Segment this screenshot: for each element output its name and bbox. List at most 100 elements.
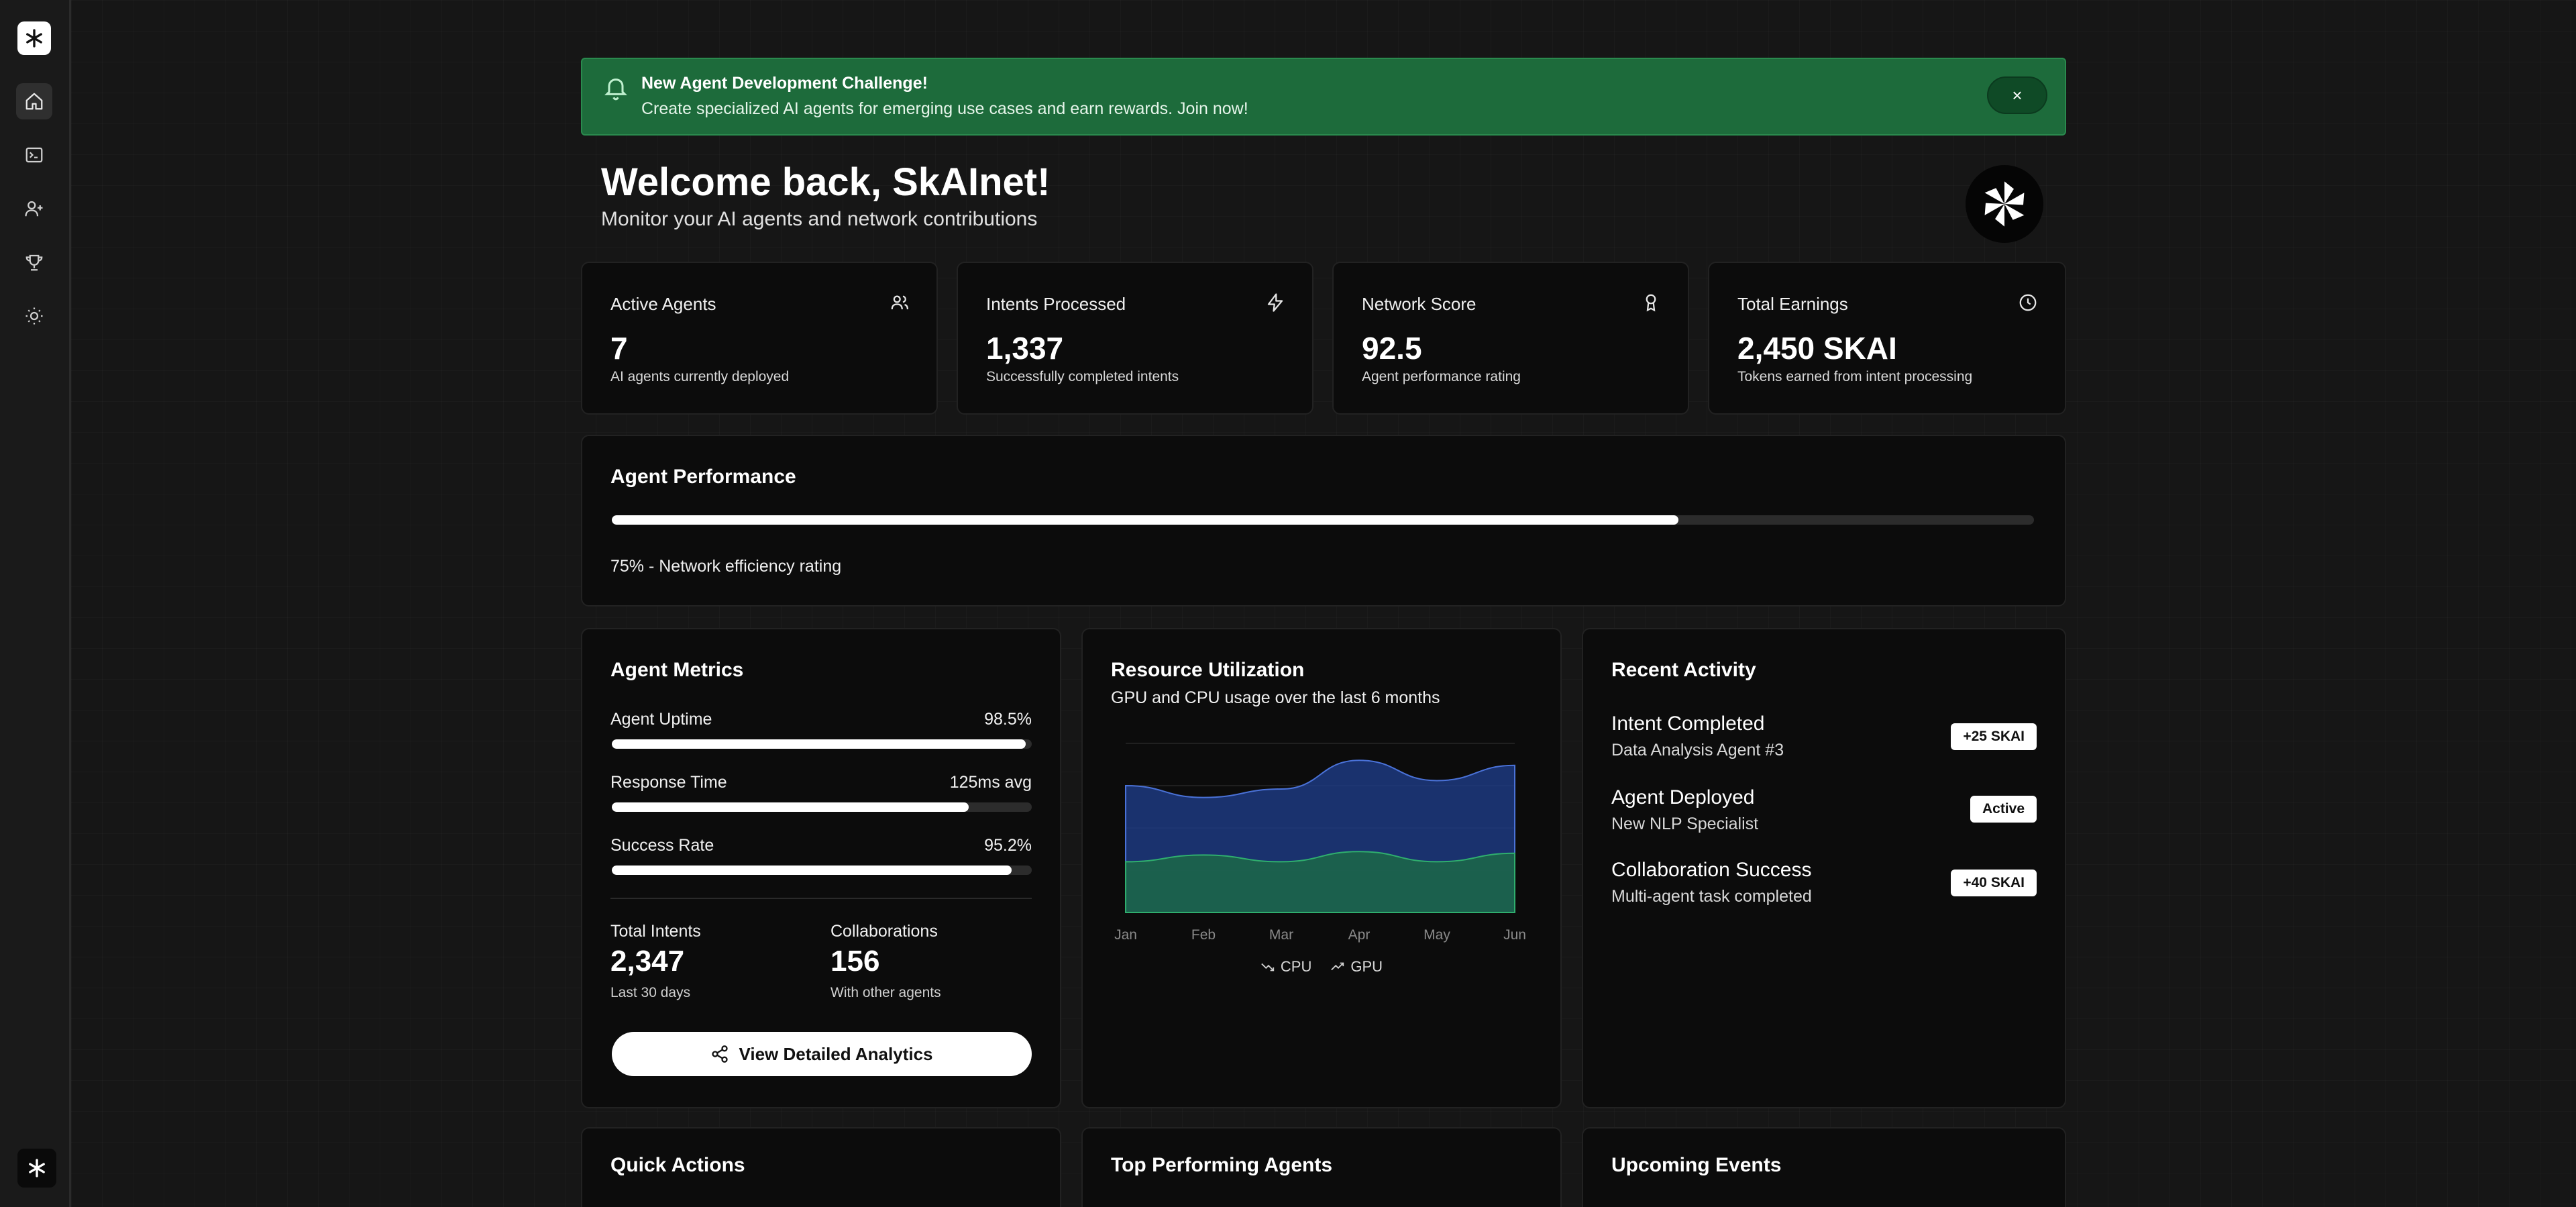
success-rate-progress-bar [612, 865, 1032, 875]
cpu-area-series [1125, 851, 1515, 913]
page-title: Welcome back, SkAInet! [601, 160, 1051, 204]
close-button[interactable]: × [1987, 76, 2047, 114]
metric-label: Response Time [610, 773, 727, 792]
progress-fill [612, 739, 1026, 749]
metric-label: Agent Uptime [610, 710, 712, 729]
card-title: Recent Activity [1611, 659, 1756, 681]
stat-card-active-agents: Active Agents 7 AI agents currently depl… [581, 262, 938, 415]
x-tick-label: Jun [1503, 927, 1526, 943]
terminal-icon [25, 147, 43, 163]
close-icon: × [2012, 85, 2023, 105]
activity-subtitle: Multi-agent task completed [1611, 887, 1812, 906]
status-badge: Active [1970, 796, 2037, 823]
nav-users[interactable] [16, 191, 52, 227]
users-icon [891, 295, 908, 310]
x-tick-label: Apr [1348, 927, 1371, 943]
total-intents-value: 2,347 [610, 945, 685, 978]
legend-label: CPU [1280, 958, 1312, 975]
metric-value: 125ms avg [949, 773, 1032, 792]
trending-down-icon [1261, 963, 1275, 972]
performance-progress-bar [612, 515, 2034, 525]
activity-title: Agent Deployed [1611, 786, 1755, 808]
progress-fill [612, 802, 969, 812]
stat-card-total-earnings: Total Earnings 2,450 SKAI Tokens earned … [1708, 262, 2066, 415]
clock-icon [2019, 294, 2037, 311]
activity-badge: +40 SKAI [1951, 870, 2037, 896]
view-detailed-analytics-button[interactable]: View Detailed Analytics [612, 1032, 1032, 1076]
uptime-progress-bar [612, 739, 1032, 749]
banner-text: Create specialized AI agents for emergin… [641, 99, 1248, 118]
progress-fill [612, 515, 1678, 525]
metric-value: 98.5% [984, 710, 1032, 729]
sidebar [0, 0, 71, 1207]
divider [610, 898, 1032, 899]
top-agents-card: Top Performing Agents [1081, 1127, 1562, 1207]
response-time-progress-bar [612, 802, 1032, 812]
card-subtitle: GPU and CPU usage over the last 6 months [1111, 688, 1440, 707]
stat-card-network-score: Network Score 92.5 Agent performance rat… [1332, 262, 1689, 415]
upcoming-events-card: Upcoming Events [1582, 1127, 2066, 1207]
pinwheel-logo-icon [1984, 181, 2025, 227]
collaborations-value: 156 [830, 945, 880, 978]
nav-terminal[interactable] [16, 137, 52, 173]
card-title: Resource Utilization [1111, 659, 1305, 681]
total-intents-label: Total Intents [610, 922, 701, 941]
x-tick-label: Jan [1114, 927, 1137, 943]
legend-label: GPU [1350, 958, 1383, 975]
user-plus-icon [25, 201, 43, 217]
stat-value: 1,337 [986, 331, 1064, 366]
home-icon [25, 93, 43, 110]
stat-value: 2,450 SKAI [1737, 331, 1897, 366]
recent-activity-card: Recent Activity Intent Completed Data An… [1582, 628, 2066, 1108]
legend-cpu[interactable]: CPU [1260, 958, 1311, 976]
nav-theme[interactable] [16, 298, 52, 334]
footer-logo[interactable] [17, 1149, 56, 1188]
page-subtitle: Monitor your AI agents and network contr… [601, 208, 1038, 230]
sun-icon [25, 307, 43, 325]
activity-badge: +25 SKAI [1951, 723, 2037, 750]
stat-title: Network Score [1362, 294, 1477, 314]
progress-fill [612, 865, 1012, 875]
stat-description: AI agents currently deployed [610, 369, 790, 384]
nav-home[interactable] [16, 83, 52, 119]
metric-value: 95.2% [984, 836, 1032, 855]
quick-actions-card: Quick Actions [581, 1127, 1061, 1207]
resource-chart: Jan Feb Mar Apr May Jun [1114, 743, 1526, 943]
trending-up-icon [1331, 962, 1344, 971]
agent-performance-card: Agent Performance 75% - Network efficien… [581, 435, 2066, 607]
asterisk-logo-icon [26, 29, 42, 48]
nav-trophy[interactable] [16, 244, 52, 280]
button-label: View Detailed Analytics [739, 1043, 933, 1064]
activity-subtitle: Data Analysis Agent #3 [1611, 741, 1784, 759]
activity-title: Intent Completed [1611, 713, 1765, 735]
activity-subtitle: New NLP Specialist [1611, 815, 1759, 833]
share-icon [712, 1045, 729, 1063]
bell-icon [604, 78, 627, 101]
stat-description: Tokens earned from intent processing [1737, 369, 1973, 384]
stat-value: 92.5 [1362, 331, 1422, 366]
stat-description: Successfully completed intents [986, 369, 1179, 384]
metric-label: Success Rate [610, 836, 714, 855]
card-title: Quick Actions [610, 1154, 745, 1176]
resource-utilization-card: Resource Utilization GPU and CPU usage o… [1081, 628, 1562, 1108]
collaborations-sub: With other agents [830, 985, 941, 1000]
performance-label: 75% - Network efficiency rating [610, 557, 842, 576]
total-intents-sub: Last 30 days [610, 985, 691, 1000]
banner-title: New Agent Development Challenge! [641, 74, 928, 93]
stat-card-intents-processed: Intents Processed 1,337 Successfully com… [957, 262, 1313, 415]
stat-description: Agent performance rating [1362, 369, 1521, 384]
card-title: Agent Performance [610, 466, 796, 488]
x-tick-label: Feb [1191, 927, 1216, 943]
announcement-banner: New Agent Development Challenge! Create … [581, 58, 2066, 136]
zap-icon [1267, 293, 1283, 312]
avatar[interactable] [1966, 165, 2043, 243]
card-title: Top Performing Agents [1111, 1154, 1332, 1176]
main-area: New Agent Development Challenge! Create … [71, 0, 2576, 1207]
x-tick-label: Mar [1269, 927, 1293, 943]
stat-title: Total Earnings [1737, 294, 1848, 314]
chart-legend: CPU GPU [1083, 958, 1560, 976]
legend-gpu[interactable]: GPU [1330, 958, 1383, 976]
app-logo[interactable] [17, 21, 51, 55]
collaborations-label: Collaborations [830, 922, 938, 941]
stat-title: Active Agents [610, 294, 716, 314]
